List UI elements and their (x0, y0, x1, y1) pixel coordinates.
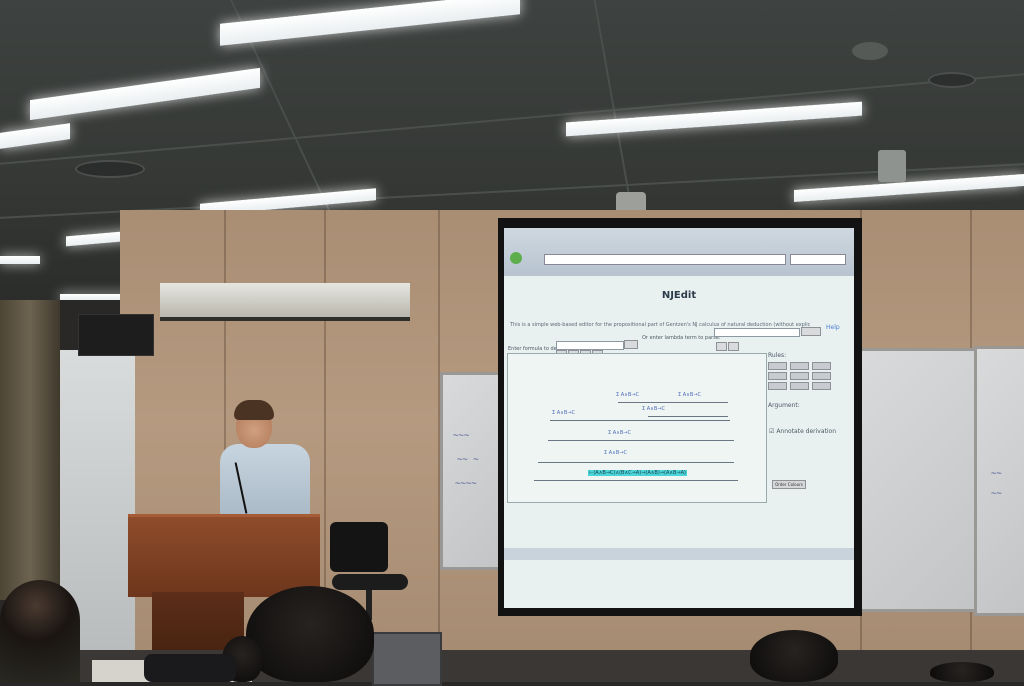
proof-formula: Σ A∧B→C (608, 430, 631, 436)
ceiling-light (220, 0, 520, 46)
whiteboard-scribble: ~~ (991, 469, 1002, 479)
small-button (716, 342, 727, 351)
ceiling-light (0, 123, 70, 149)
derivation-area: Σ A∧B→C Σ A∧B→C Σ A∧B→C Σ A∧B→C Σ A∧B→C … (507, 353, 767, 503)
ceiling-spotlight (928, 72, 976, 88)
lambda-input (714, 328, 800, 337)
audience-head (750, 630, 838, 682)
proof-formula: Σ A∧B→C (552, 410, 575, 416)
audience-member (0, 580, 80, 682)
search-input (790, 254, 846, 265)
argument-label: Argument: (768, 402, 800, 409)
enter-lambda-label: Or enter lambda term to parse: (642, 335, 721, 341)
wall-speaker (78, 314, 154, 356)
proof-formula: Σ A∧B→C (642, 406, 665, 412)
rule-button (768, 382, 787, 390)
whiteboard-left: ~~~ ~~ ~ ~~~~ (440, 372, 504, 570)
retracted-projection-screen (160, 283, 410, 321)
audience-head (246, 586, 374, 682)
checkbox-icon: ☑ (769, 428, 775, 435)
projected-taskbar (504, 548, 854, 560)
rule-button (790, 362, 809, 370)
ceiling-spotlight (75, 160, 145, 178)
whiteboard-scribble: ~~ ~ (457, 455, 479, 465)
inference-line (538, 462, 734, 463)
ceiling-light (566, 101, 862, 137)
inference-line (550, 420, 730, 421)
formula-input (556, 341, 624, 350)
rules-label: Rules: (768, 352, 787, 359)
chair-back (330, 522, 388, 572)
chair-seat (332, 574, 408, 590)
inference-line (618, 402, 728, 403)
curtain (0, 300, 60, 600)
small-button (728, 342, 739, 351)
podium (128, 514, 320, 597)
rule-button (812, 362, 831, 370)
annotate-label: Annotate derivation (776, 428, 837, 435)
ceiling-light (30, 67, 260, 121)
help-link: Help (826, 324, 840, 331)
go-button (624, 340, 638, 349)
rule-button (768, 362, 787, 370)
presenter-body (220, 444, 310, 518)
smoke-detector (852, 42, 888, 60)
annotate-option: ☑ Annotate derivation (769, 428, 836, 435)
whiteboard-scribble: ~~ (991, 489, 1002, 499)
rule-button (790, 372, 809, 380)
whiteboard-far-right: ~~ ~~ (974, 346, 1024, 616)
rule-button (812, 382, 831, 390)
ceiling-light (794, 173, 1024, 203)
presenter-hair (234, 400, 274, 420)
rule-button (812, 372, 831, 380)
back-icon (510, 252, 522, 264)
proof-conclusion: ⊢(A∧B→C)∧(B∧C→A)→(A∧B)→(A∧B→A) (588, 470, 688, 476)
page-title: NJEdit (661, 290, 697, 301)
whiteboard-scribble: ~~~~ (455, 479, 477, 489)
proof-formula: Σ A∧B→C (616, 392, 639, 398)
whiteboard-scribble: ~~~ (453, 431, 470, 441)
whiteboard-right (856, 348, 978, 612)
rule-button (790, 382, 809, 390)
audience-head (930, 662, 994, 682)
inference-line (534, 480, 738, 481)
proof-formula: Σ A∧B→C (604, 450, 627, 456)
order-colours-button: Order Colours (772, 480, 806, 489)
projected-browser-window: NJEdit This is a simple web-based editor… (504, 228, 854, 608)
laptop (372, 632, 442, 686)
browser-toolbar (504, 228, 854, 276)
inference-line (548, 440, 734, 441)
parse-button (801, 327, 821, 336)
rule-button (768, 372, 787, 380)
address-bar (544, 254, 786, 265)
audience-chair (144, 654, 236, 682)
proof-formula: Σ A∧B→C (678, 392, 701, 398)
ceiling-camera (878, 150, 906, 182)
ceiling-light (0, 256, 40, 264)
inference-line (648, 416, 728, 417)
